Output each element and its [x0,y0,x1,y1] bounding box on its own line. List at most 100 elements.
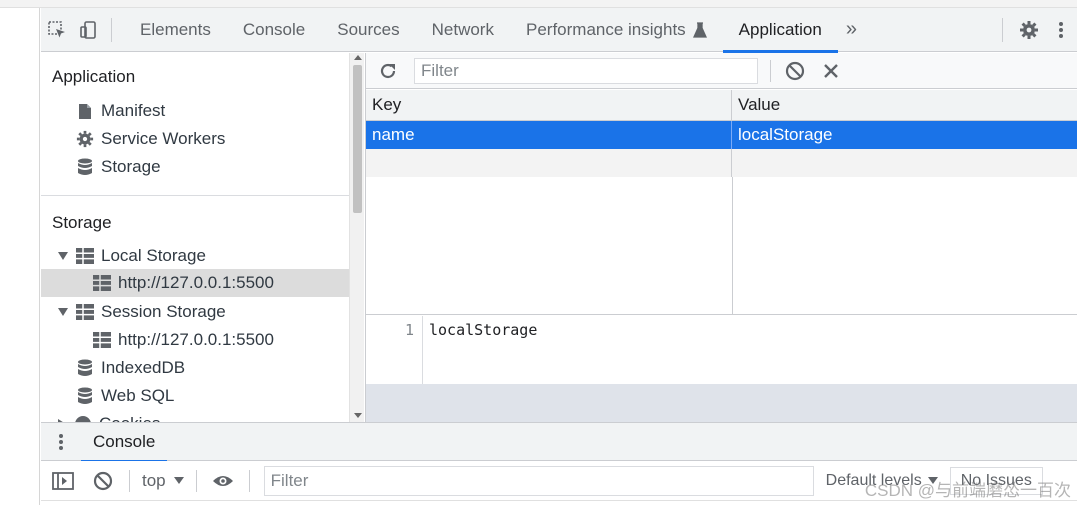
drawer-menu-button[interactable] [41,423,81,461]
sidebar-item-websql[interactable]: Web SQL [41,382,349,410]
sidebar-item-cookies[interactable]: Cookies [41,410,349,422]
inspect-element-icon[interactable] [41,8,73,52]
drawer-tab-console[interactable]: Console [81,423,168,462]
toggle-sidebar-button[interactable] [43,462,83,500]
clear-all-button[interactable] [779,55,811,87]
line-number: 1 [366,316,423,384]
sidebar-divider [41,195,349,196]
storage-items-panel: Key Value name localStorage 1 localStora… [365,53,1077,422]
storage-toolbar [366,53,1077,89]
preview-code-text[interactable]: localStorage [429,321,537,339]
sidebar-item-session-storage-origin[interactable]: http://127.0.0.1:5500 [41,326,349,354]
cell-key-empty[interactable] [366,149,732,177]
devtools-tab-bar: Elements Console Sources Network Perform… [41,8,1077,53]
sidebar-item-label: IndexedDB [101,358,186,377]
scroll-down-arrow-icon[interactable] [354,413,362,418]
clear-console-button[interactable] [83,462,123,500]
dropdown-arrow-icon [927,477,938,484]
grid-table-icon [76,303,94,321]
database-icon [76,158,94,176]
column-header-key[interactable]: Key [366,90,732,120]
settings-gear-icon[interactable] [1013,8,1045,52]
sidebar-item-storage[interactable]: Storage [41,153,349,181]
sidebar-item-service-workers[interactable]: Service Workers [41,125,349,153]
storage-filter-input[interactable] [414,57,758,84]
tab-application[interactable]: Application [722,8,839,53]
sidebar-item-label: Service Workers [101,129,226,148]
tab-network[interactable]: Network [416,8,510,52]
cookie-icon [74,415,92,422]
refresh-button[interactable] [372,55,404,87]
tab-bar-separator [111,17,112,42]
grid-header-row: Key Value [366,90,1077,121]
tab-label: Network [431,19,494,39]
console-toolbar: top Default levels No Issues [41,461,1077,501]
sidebar-item-label: Storage [101,157,161,176]
grid-empty-area [366,177,1077,315]
tab-sources[interactable]: Sources [321,8,415,52]
sidebar-section-title-application: Application [52,67,136,86]
context-selector[interactable]: top [136,471,190,491]
empty-table-row[interactable] [366,149,1077,177]
column-header-value[interactable]: Value [732,90,1077,120]
value-preview-pane: 1 localStorage [366,316,1077,384]
sidebar-item-label: Local Storage [101,246,206,265]
sidebar-item-label: http://127.0.0.1:5500 [118,273,274,292]
tab-label: Console [242,19,306,39]
block-icon [93,471,113,491]
sidebar-item-label: Session Storage [101,302,226,321]
close-icon [823,63,839,79]
tab-label: Application [738,19,822,39]
sidebar-item-label: http://127.0.0.1:5500 [118,330,274,349]
console-filter-input[interactable] [263,465,814,496]
flask-icon [692,21,707,38]
scroll-up-arrow-icon[interactable] [354,55,362,60]
gear-icon [76,130,94,148]
cell-value[interactable]: localStorage [732,121,1077,149]
sidebar-item-label: Web SQL [101,386,175,405]
issues-button[interactable]: No Issues [949,466,1043,495]
tab-performance-insights[interactable]: Performance insights [510,8,723,52]
toolbar-separator [770,59,771,82]
tab-console[interactable]: Console [227,8,321,52]
sidebar-toggle-icon [52,471,74,490]
refresh-icon [379,62,397,80]
table-row[interactable]: name localStorage [366,121,1077,149]
delete-selected-button[interactable] [815,55,847,87]
sidebar-item-indexeddb[interactable]: IndexedDB [41,354,349,382]
sidebar-item-local-storage[interactable]: Local Storage [41,242,349,270]
application-sidebar: Application Manifest Service Workers Sto… [41,53,349,422]
tab-label: Performance insights [525,19,686,39]
column-divider [732,177,733,315]
sidebar-item-manifest[interactable]: Manifest [41,97,349,125]
block-icon [785,61,805,81]
device-toolbar-icon[interactable] [73,8,105,52]
live-expression-button[interactable] [203,462,243,500]
preview-footer [366,384,1077,422]
file-icon [76,102,94,120]
eye-icon [212,474,234,488]
issues-label: No Issues [960,471,1032,489]
cell-value-empty[interactable] [732,149,1077,177]
log-levels-dropdown[interactable]: Default levels [826,472,938,490]
sidebar-item-local-storage-origin[interactable]: http://127.0.0.1:5500 [41,269,349,297]
levels-label: Default levels [825,471,922,489]
kebab-menu-icon[interactable] [1045,8,1077,52]
sidebar-item-label: Manifest [101,101,166,120]
database-icon [76,387,94,405]
more-tabs-button[interactable]: » [838,8,865,52]
sidebar-item-session-storage[interactable]: Session Storage [41,298,349,326]
grid-table-icon [93,274,111,292]
expand-arrow-icon[interactable] [58,308,68,316]
tab-elements[interactable]: Elements [124,8,227,52]
tab-label: Elements [140,19,211,39]
drawer-tab-label: Console [93,431,156,451]
scrollbar-thumb[interactable] [353,65,362,213]
sidebar-item-label: Cookies [99,414,160,422]
database-icon [76,359,94,377]
toolbar-separator [248,469,250,492]
sidebar-scrollbar[interactable] [349,53,364,422]
expand-arrow-icon[interactable] [58,252,68,260]
toolbar-separator [195,469,197,492]
cell-key[interactable]: name [366,121,732,149]
